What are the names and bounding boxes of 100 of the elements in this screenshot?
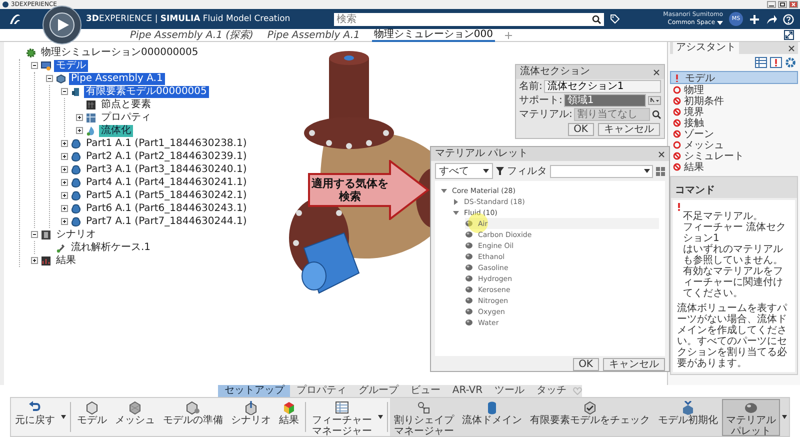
tree-item[interactable]: Part4 A.1 (Part4_1844630241.1) [84,176,249,188]
grid-view-icon[interactable] [656,166,665,176]
toolbar-button[interactable]: メッシュ [111,398,159,436]
close-icon[interactable] [789,1,798,8]
collapse-toggle[interactable] [31,62,38,69]
maximize-icon[interactable] [778,1,787,8]
expand-toggle[interactable] [61,140,68,147]
tree-item[interactable]: 流体化 [99,124,133,136]
tree-item[interactable]: Pipe Assembly A.1 [69,72,165,84]
section-tab[interactable]: プロパティ [290,385,352,397]
assistant-step[interactable]: 境界 [670,106,798,117]
assistant-step[interactable]: 物理 [670,84,798,95]
collapse-arrow-icon[interactable] [453,210,459,216]
toolbar-button[interactable]: 結果 [275,398,303,436]
tree-item[interactable]: Part5 A.1 (Part5_1844630242.1) [84,190,249,202]
expand-toggle[interactable] [61,218,68,225]
close-icon[interactable] [658,150,665,158]
tree-item[interactable]: 節点と要素 [99,98,153,110]
help-icon[interactable] [783,14,794,24]
assistant-step[interactable]: 初期条件 [670,95,798,106]
expand-toggle[interactable] [61,192,68,199]
tree-item[interactable]: シナリオ [54,228,98,240]
tree-item[interactable]: Part7 A.1 (Part7_1844630244.1) [84,216,249,228]
document-tab[interactable]: 物理シミュレーション000 [372,28,495,42]
dialog-button[interactable]: OK [572,358,599,371]
logo-icon[interactable] [8,12,22,26]
tag-icon[interactable] [610,14,620,24]
message-line: フィーチャー 流体セクション1 [683,222,788,244]
assistant-step[interactable]: モデル [670,71,798,84]
tree-item[interactable]: 流れ解析ケース.1 [69,242,153,254]
section-tab[interactable]: グループ [352,385,404,397]
section-tab[interactable]: ビュー [404,385,446,397]
search-icon[interactable] [592,14,601,24]
toolbar-button[interactable]: フィーチャー マネージャー [308,398,376,436]
toolbar-button[interactable]: モデルの準備 [159,398,227,436]
table-icon[interactable] [755,57,767,68]
expand-toggle[interactable] [61,179,68,186]
caret-icon[interactable] [782,415,787,419]
tree-item[interactable]: モデル [54,60,88,72]
pointer-dropdown-icon[interactable] [648,96,661,105]
assistant-step[interactable]: 結果 [670,161,798,172]
expand-toggle[interactable] [61,205,68,212]
filter-icon[interactable] [496,167,504,175]
toolbar-button[interactable]: 流体ドメイン [458,398,526,436]
collapse-arrow-icon[interactable] [441,188,447,194]
support-field[interactable]: 領域1 [564,94,646,107]
toolbar-button[interactable]: モデル初期化 [654,398,722,436]
tree-item[interactable]: Part1 A.1 (Part1_1844630238.1) [84,138,249,150]
expand-toggle[interactable] [76,127,83,134]
assistant-step[interactable]: シミュレート [670,150,798,161]
expand-icon[interactable] [784,30,794,40]
collapse-toggle[interactable] [46,75,53,82]
expand-toggle[interactable] [61,153,68,160]
caret-icon[interactable] [61,415,66,419]
dialog-button[interactable]: キャンセル [598,123,660,136]
toolbar-button[interactable]: 割りシェイプ マネージャー [390,398,458,436]
dialog-button[interactable]: キャンセル [603,358,665,371]
expand-toggle[interactable] [76,114,83,121]
tree-item[interactable]: Part2 A.1 (Part2_1844630239.1) [84,150,249,162]
minimize-icon[interactable] [767,1,776,8]
assistant-step[interactable]: ゾーン [670,128,798,139]
caret-icon[interactable] [378,415,383,419]
dialog-button[interactable]: OK [568,123,594,136]
toolbar-button[interactable]: モデル [73,398,111,436]
collapse-toggle[interactable] [31,231,38,238]
document-tab[interactable]: Pipe Assembly A.1 (探索) [128,30,256,40]
assistant-step[interactable]: メッシュ [670,139,798,150]
search-icon[interactable] [652,110,661,119]
toolbar-button[interactable]: 有限要素モデルをチェック [526,398,654,436]
search-field[interactable]: 検索 [334,12,589,26]
filter-field[interactable] [550,164,653,178]
assistant-step[interactable]: 接触 [670,117,798,128]
panel-tab[interactable]: アシスタント [673,42,739,54]
close-icon[interactable] [653,68,660,76]
expand-arrow-icon[interactable] [453,198,459,204]
collapse-toggle[interactable] [61,88,68,95]
toolbar-button[interactable]: 元に戻す [11,398,59,436]
tree-item[interactable]: 結果 [54,254,78,266]
caret-icon[interactable] [717,21,724,25]
tree-item[interactable]: プロパティ [99,112,153,124]
name-field[interactable]: 流体セクション1 [544,80,661,93]
section-tab[interactable]: AR-VR [446,385,489,397]
tree-item[interactable]: Part3 A.1 (Part3_1844630240.1) [84,164,249,176]
expand-toggle[interactable] [31,257,38,264]
scope-dropdown[interactable]: すべて [435,163,493,179]
document-tab[interactable]: Pipe Assembly A.1 [265,30,362,40]
tree-item[interactable]: 物理シミュレーション000000005 [39,46,200,58]
gear-icon[interactable] [785,57,796,68]
section-tab[interactable]: セットアップ [218,385,290,397]
expand-toggle[interactable] [61,166,68,173]
toolbar-button[interactable]: シナリオ [227,398,275,436]
tree-item[interactable]: Part6 A.1 (Part6_1844630243.1) [84,202,249,214]
tree-item[interactable]: 有限要素モデル00000005 [84,86,209,98]
close-icon[interactable] [788,44,795,52]
section-tab[interactable]: ツール [488,385,531,397]
warning-icon[interactable] [770,57,782,68]
toolbar-button[interactable]: マテリアル パレット [722,398,780,436]
section-tab[interactable]: タッチ [530,385,573,397]
compass-icon[interactable] [42,5,82,45]
share-icon[interactable] [766,14,778,24]
